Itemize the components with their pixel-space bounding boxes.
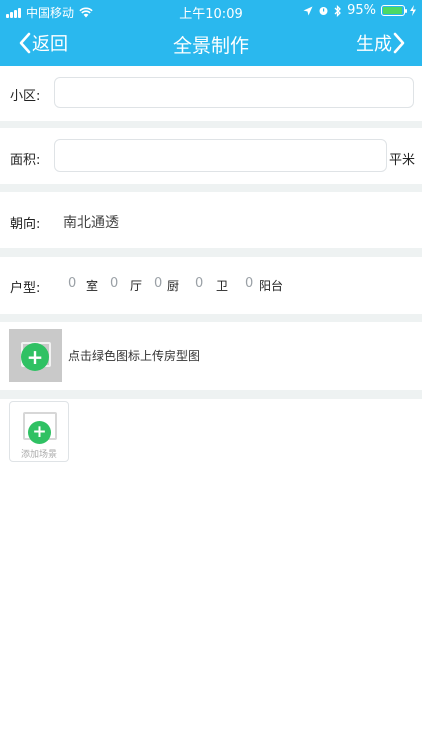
living-count-input[interactable]: 0 [110,276,118,291]
area-input[interactable] [54,139,387,172]
bedroom-count-input[interactable]: 0 [68,276,76,291]
alarm-icon [319,7,328,15]
kitchen-count-input[interactable]: 0 [154,276,162,291]
app-header: 中国移动 上午10:09 95% 返回 全景制作 生成 [0,0,422,66]
community-label: 小区: [10,89,41,104]
living-unit: 厅 [130,279,143,293]
battery-fill [383,7,402,14]
floorplan-hint: 点击绿色图标上传房型图 [68,349,201,363]
plus-icon: + [21,343,49,371]
battery-percent: 95% [347,3,376,18]
add-scene-label: 添加场景 [20,450,57,460]
chevron-right-icon [393,32,405,54]
layout-row: 户型: 0 室 0 厅 0 厨 0 卫 0 阳台 [0,257,422,314]
location-icon [303,6,313,15]
generate-button[interactable]: 生成 [356,30,406,56]
area-label: 面积: [10,153,41,168]
battery-icon [381,5,407,16]
bathroom-count-input[interactable]: 0 [195,276,203,291]
add-scene-button[interactable]: + 添加场景 [9,401,69,462]
nav-bar: 返回 全景制作 生成 [0,22,422,66]
separator [0,184,422,192]
bathroom-unit: 卫 [216,279,229,293]
generate-label: 生成 [356,34,392,55]
floorplan-upload-button[interactable]: + [9,329,62,382]
layout-label: 户型: [10,281,41,296]
community-row: 小区: [0,66,422,121]
area-unit: 平米 [389,153,416,168]
balcony-unit: 阳台 [259,279,284,293]
status-right: 95% [303,3,416,18]
separator [0,314,422,322]
status-bar: 中国移动 上午10:09 95% [0,0,422,22]
plus-icon: + [28,421,51,444]
area-row: 面积: 平米 [0,128,422,184]
separator [0,248,422,257]
bedroom-unit: 室 [86,279,99,293]
balcony-count-input[interactable]: 0 [245,276,253,291]
bluetooth-icon [334,4,342,17]
community-input[interactable] [54,77,414,108]
charging-icon [410,5,416,16]
orientation-label: 朝向: [10,217,41,232]
kitchen-unit: 厨 [167,279,180,293]
separator [0,390,422,399]
orientation-row[interactable]: 朝向: 南北通透 [0,192,422,248]
separator [0,121,422,128]
orientation-value[interactable]: 南北通透 [63,212,119,232]
